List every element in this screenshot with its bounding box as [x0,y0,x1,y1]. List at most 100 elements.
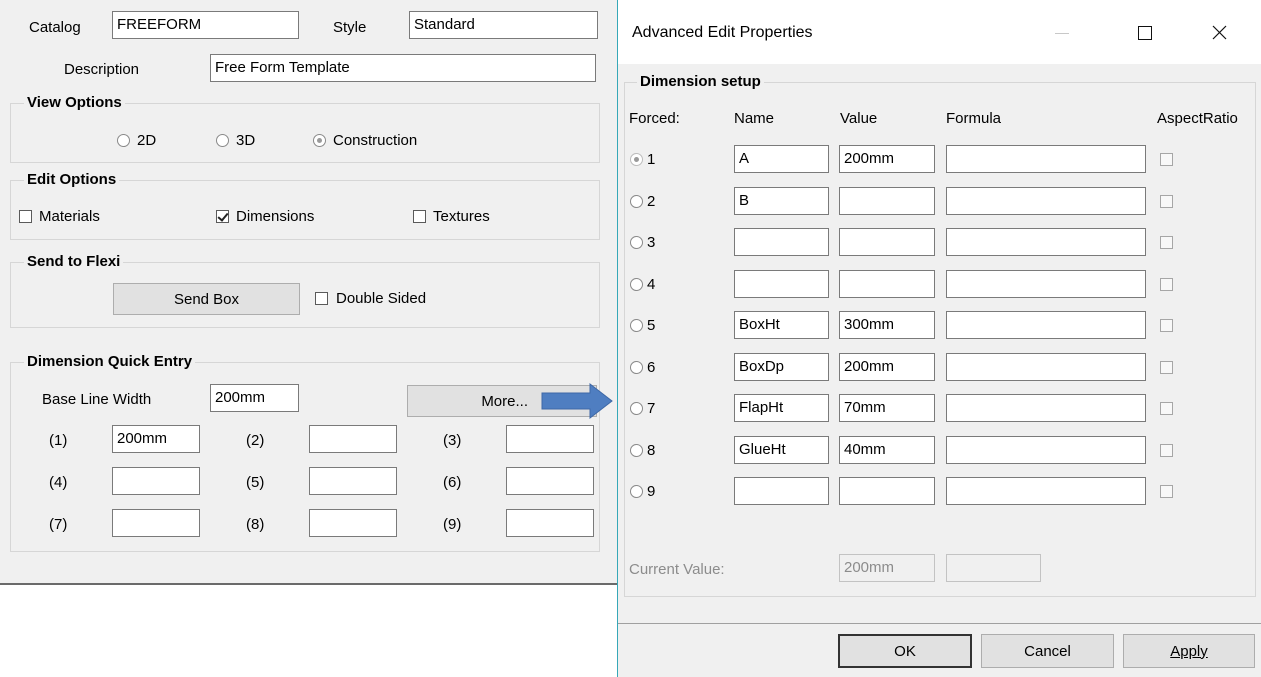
formula-field[interactable] [946,311,1146,339]
quick-entry-field-4[interactable] [112,467,200,495]
forced-radio[interactable] [630,153,643,166]
row-number: 8 [647,442,656,459]
row-number: 1 [647,151,656,168]
value-field[interactable]: 70mm [839,394,935,422]
quick-entry-field-2[interactable] [309,425,397,453]
header-name: Name [734,110,775,127]
quick-entry-field-6[interactable] [506,467,594,495]
view-construction-radio[interactable] [313,134,326,147]
forced-radio[interactable] [630,361,643,374]
quick-entry-title: Dimension Quick Entry [24,353,196,371]
name-field[interactable] [734,270,829,298]
value-field[interactable] [839,187,935,215]
quick-entry-field-8[interactable] [309,509,397,537]
name-field[interactable]: B [734,187,829,215]
value-field[interactable]: 300mm [839,311,935,339]
value-field[interactable]: 200mm [839,145,935,173]
formula-field[interactable] [946,187,1146,215]
aspect-ratio-checkbox[interactable] [1160,361,1173,374]
name-field[interactable] [734,228,829,256]
quick-entry-label-1: (1) [49,432,68,449]
cancel-button[interactable]: Cancel [981,634,1114,668]
quick-entry-label-3: (3) [443,432,462,449]
formula-field[interactable] [946,394,1146,422]
aspect-ratio-checkbox[interactable] [1160,278,1173,291]
forced-radio[interactable] [630,236,643,249]
send-to-flexi-group [10,262,600,328]
button-bar-divider [618,623,1261,624]
value-field[interactable]: 40mm [839,436,935,464]
send-box-button[interactable]: Send Box [113,283,300,315]
view-3d-label: 3D [236,132,256,149]
name-field[interactable]: A [734,145,829,173]
quick-entry-field-7[interactable] [112,509,200,537]
forced-radio[interactable] [630,319,643,332]
aspect-ratio-checkbox[interactable] [1160,195,1173,208]
quick-entry-field-1[interactable]: 200mm [112,425,200,453]
forced-radio[interactable] [630,485,643,498]
maximize-icon[interactable] [1138,26,1152,40]
name-field[interactable] [734,477,829,505]
apply-button[interactable]: Apply [1123,634,1255,668]
annotation-arrow-icon [541,382,613,420]
row-number: 4 [647,276,656,293]
aspect-ratio-checkbox[interactable] [1160,236,1173,249]
value-field[interactable] [839,477,935,505]
header-aspect-ratio: AspectRatio [1157,110,1238,127]
view-3d-radio[interactable] [216,134,229,147]
aspect-ratio-checkbox[interactable] [1160,444,1173,457]
description-field[interactable]: Free Form Template [210,54,596,82]
catalog-field[interactable]: FREEFORM [112,11,299,39]
quick-entry-label-4: (4) [49,474,68,491]
row-number: 5 [647,317,656,334]
value-field[interactable] [839,270,935,298]
value-field[interactable] [839,228,935,256]
formula-field[interactable] [946,353,1146,381]
aspect-ratio-checkbox[interactable] [1160,153,1173,166]
formula-field[interactable] [946,145,1146,173]
aspect-ratio-checkbox[interactable] [1160,319,1173,332]
advanced-edit-properties-dialog: Advanced Edit Properties Dimension setup… [617,0,1261,677]
textures-checkbox[interactable] [413,210,426,223]
dimensions-checkbox[interactable] [216,210,229,223]
formula-field[interactable] [946,270,1146,298]
forced-radio[interactable] [630,195,643,208]
quick-entry-field-3[interactable] [506,425,594,453]
name-field[interactable]: FlapHt [734,394,829,422]
name-field[interactable]: GlueHt [734,436,829,464]
formula-field[interactable] [946,436,1146,464]
forced-radio[interactable] [630,278,643,291]
double-sided-checkbox[interactable] [315,292,328,305]
quick-entry-field-5[interactable] [309,467,397,495]
close-icon[interactable] [1212,25,1227,40]
ok-button[interactable]: OK [838,634,972,668]
name-field[interactable]: BoxDp [734,353,829,381]
aspect-ratio-checkbox[interactable] [1160,485,1173,498]
style-label: Style [333,19,367,36]
style-field[interactable]: Standard [409,11,598,39]
materials-checkbox[interactable] [19,210,32,223]
view-options-group [10,103,600,163]
current-value-label: Current Value: [629,561,725,578]
formula-field[interactable] [946,228,1146,256]
quick-entry-label-5: (5) [246,474,265,491]
row-number: 7 [647,400,656,417]
aspect-ratio-checkbox[interactable] [1160,402,1173,415]
base-line-width-label: Base Line Width [42,391,152,408]
forced-radio[interactable] [630,402,643,415]
forced-radio[interactable] [630,444,643,457]
double-sided-label: Double Sided [336,290,427,307]
quick-entry-label-6: (6) [443,474,462,491]
quick-entry-label-9: (9) [443,516,462,533]
name-field[interactable]: BoxHt [734,311,829,339]
formula-field[interactable] [946,477,1146,505]
base-line-width-field[interactable]: 200mm [210,384,299,412]
header-value: Value [840,110,878,127]
quick-entry-field-9[interactable] [506,509,594,537]
send-to-flexi-title: Send to Flexi [24,253,124,271]
quick-entry-label-8: (8) [246,516,265,533]
view-2d-radio[interactable] [117,134,130,147]
dialog-titlebar[interactable]: Advanced Edit Properties [618,0,1261,64]
header-forced: Forced: [629,110,680,127]
value-field[interactable]: 200mm [839,353,935,381]
